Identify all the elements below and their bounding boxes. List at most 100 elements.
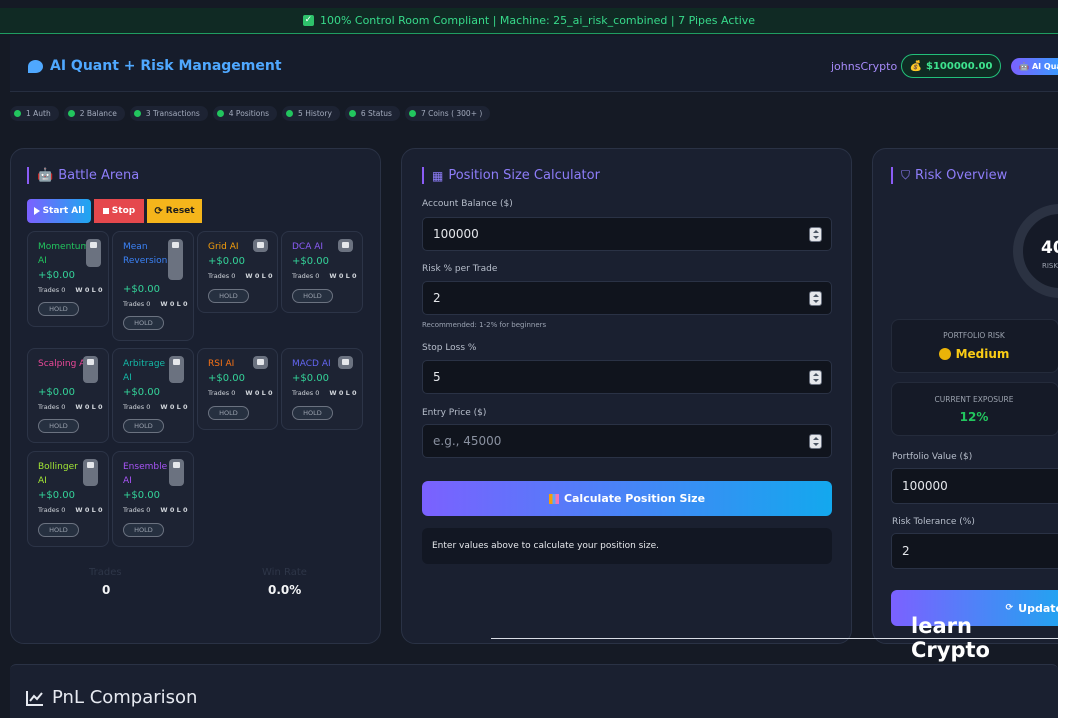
- summary-trades-value: 0: [102, 583, 111, 597]
- number-spinner-icon[interactable]: [809, 291, 822, 306]
- risk-overview-title: ⛉ Risk Overview: [891, 167, 1007, 184]
- exposure-value: 12%: [959, 410, 989, 424]
- status-dot-icon: [216, 110, 224, 117]
- bot-toggle[interactable]: [168, 239, 183, 280]
- calculate-position-button[interactable]: Calculate Position Size: [422, 481, 832, 516]
- bot-win-loss: W 0 L 0: [329, 272, 357, 280]
- pipe-badge: 3 Transactions: [129, 106, 208, 121]
- bot-toggle[interactable]: [253, 239, 268, 252]
- number-spinner-icon[interactable]: [809, 434, 822, 449]
- reset-button[interactable]: ⟳ Reset: [147, 199, 202, 223]
- bot-win-loss: W 0 L 0: [245, 389, 273, 397]
- bot-status-badge: HOLD: [292, 289, 333, 303]
- bot-trades: Trades 0: [292, 389, 320, 397]
- start-all-label: Start All: [42, 206, 85, 216]
- pipe-badge: 5 History: [282, 106, 340, 121]
- bot-stats: Trades 0 W 0 L 0: [292, 272, 357, 280]
- stop-loss-label: Stop Loss %: [422, 343, 477, 353]
- bot-toggle[interactable]: [169, 356, 184, 383]
- reset-label: Reset: [165, 206, 195, 216]
- start-all-button[interactable]: Start All: [27, 199, 91, 223]
- app-window: ✓ 100% Control Room Compliant | Machine:…: [0, 0, 1058, 718]
- pipe-badge: 6 Status: [344, 106, 400, 121]
- bot-card-momentum[interactable]: Momentum AI +$0.00 Trades 0W 0 L 0 HOLD: [27, 231, 109, 327]
- pipe-label: 7 Coins ( 300+ ): [420, 109, 483, 118]
- bot-status-badge: HOLD: [123, 523, 164, 537]
- bot-toggle[interactable]: [338, 356, 353, 369]
- risk-overview-panel: ⛉ Risk Overview 40 RISK PORTFOLIO RISK M…: [872, 148, 1058, 644]
- bot-status-badge: HOLD: [292, 406, 333, 420]
- bot-win-loss: W 0 L 0: [75, 286, 103, 294]
- app-title-text: AI Quant + Risk Management: [50, 58, 282, 74]
- bot-card-mean-reversion[interactable]: Mean Reversion AI +$0.00 Trades 0W 0 L 0…: [112, 231, 194, 341]
- compliance-banner: ✓ 100% Control Room Compliant | Machine:…: [0, 8, 1058, 34]
- bot-trades: Trades 0: [292, 272, 320, 280]
- bot-toggle[interactable]: [83, 356, 98, 383]
- ai-quant-badge[interactable]: 🤖 AI Quant: [1011, 58, 1058, 75]
- bot-pnl: +$0.00: [38, 270, 76, 281]
- status-dot-icon: [408, 110, 416, 117]
- bot-pnl: +$0.00: [292, 373, 330, 384]
- entry-price-input[interactable]: e.g., 45000: [422, 424, 832, 458]
- bot-card-rsi[interactable]: RSI AI +$0.00 Trades 0W 0 L 0 HOLD: [197, 348, 278, 430]
- current-exposure-card: CURRENT EXPOSURE 12%: [891, 382, 1058, 436]
- pipe-status-list: 1 Auth 2 Balance 3 Transactions 4 Positi…: [10, 106, 491, 121]
- account-balance-value: 100000: [433, 227, 479, 241]
- bot-name: Bollinger AI: [38, 462, 78, 486]
- number-spinner-icon[interactable]: [809, 370, 822, 385]
- refresh-icon: ⟳: [1005, 603, 1014, 613]
- bot-toggle[interactable]: [83, 459, 98, 486]
- ai-badge-label: AI Quant: [1031, 62, 1058, 71]
- account-balance-input[interactable]: 100000: [422, 217, 832, 251]
- bot-pnl: +$0.00: [123, 490, 161, 501]
- stop-loss-value: 5: [433, 370, 441, 384]
- bot-card-arbitrage[interactable]: Arbitrage AI +$0.00 Trades 0 W 0 L 0 HOLD: [112, 348, 194, 443]
- exposure-label: CURRENT EXPOSURE: [934, 395, 1014, 404]
- stop-label: Stop: [111, 206, 136, 216]
- stop-icon: [102, 208, 109, 214]
- play-icon: [33, 207, 40, 215]
- account-balance-label: Account Balance ($): [422, 199, 513, 209]
- bot-stats: Trades 0 W 0 L 0: [38, 403, 103, 411]
- portfolio-risk-value: Medium: [892, 347, 1056, 361]
- bot-stats: Trades 0 W 0 L 0: [38, 286, 103, 294]
- bot-card-grid[interactable]: Grid AI +$0.00 Trades 0W 0 L 0 HOLD: [197, 231, 278, 313]
- balance-value: $100000.00: [926, 60, 993, 72]
- bot-win-loss: W 0 L 0: [75, 403, 103, 411]
- bot-card-scalping[interactable]: Scalping AI +$0.00 Trades 0 W 0 L 0 HOLD: [27, 348, 109, 443]
- bot-card-bollinger[interactable]: Bollinger AI +$0.00 Trades 0 W 0 L 0 HOLD: [27, 451, 109, 547]
- bot-pnl: +$0.00: [38, 387, 76, 398]
- status-dot-icon: [348, 110, 356, 117]
- portfolio-risk-card: PORTFOLIO RISK Medium: [891, 319, 1058, 373]
- bot-card-macd[interactable]: MACD AI +$0.00 Trades 0W 0 L 0 HOLD: [281, 348, 363, 430]
- pipe-label: 1 Auth: [26, 109, 51, 118]
- risk-gauge-label: RISK: [1042, 262, 1058, 270]
- learn-crypto-overlay: learn Crypto: [911, 614, 990, 662]
- risk-tolerance-input[interactable]: 2: [891, 533, 1058, 569]
- position-calculator-panel: ▦ Position Size Calculator Account Balan…: [401, 148, 852, 644]
- bot-card-dca[interactable]: DCA AI +$0.00 Trades 0W 0 L 0 HOLD: [281, 231, 363, 313]
- risk-gauge-value: 40: [1041, 238, 1058, 258]
- bot-trades: Trades 0: [123, 300, 151, 308]
- portfolio-value-input[interactable]: 100000: [891, 468, 1058, 504]
- bot-pnl: +$0.00: [38, 490, 76, 501]
- risk-percent-input[interactable]: 2: [422, 281, 832, 315]
- username[interactable]: johnsCrypto: [831, 60, 897, 73]
- bot-toggle[interactable]: [253, 356, 268, 369]
- stop-loss-input[interactable]: 5: [422, 360, 832, 394]
- bot-pnl: +$0.00: [123, 284, 161, 295]
- bot-toggle[interactable]: [86, 239, 101, 267]
- bot-card-ensemble[interactable]: Ensemble AI +$0.00 Trades 0 W 0 L 0 HOLD: [112, 451, 194, 547]
- robot-icon: 🤖: [1019, 62, 1029, 71]
- number-spinner-icon[interactable]: [809, 227, 822, 242]
- bot-toggle[interactable]: [338, 239, 353, 252]
- stop-button[interactable]: Stop: [94, 199, 144, 223]
- entry-price-label: Entry Price ($): [422, 408, 487, 418]
- bot-trades: Trades 0: [123, 506, 151, 514]
- bot-win-loss: W 0 L 0: [160, 506, 188, 514]
- bot-trades: Trades 0: [123, 403, 151, 411]
- bot-toggle[interactable]: [169, 459, 184, 486]
- pipe-label: 4 Positions: [228, 109, 270, 118]
- shield-icon: ⛉: [901, 168, 911, 182]
- bot-status-badge: HOLD: [38, 302, 79, 316]
